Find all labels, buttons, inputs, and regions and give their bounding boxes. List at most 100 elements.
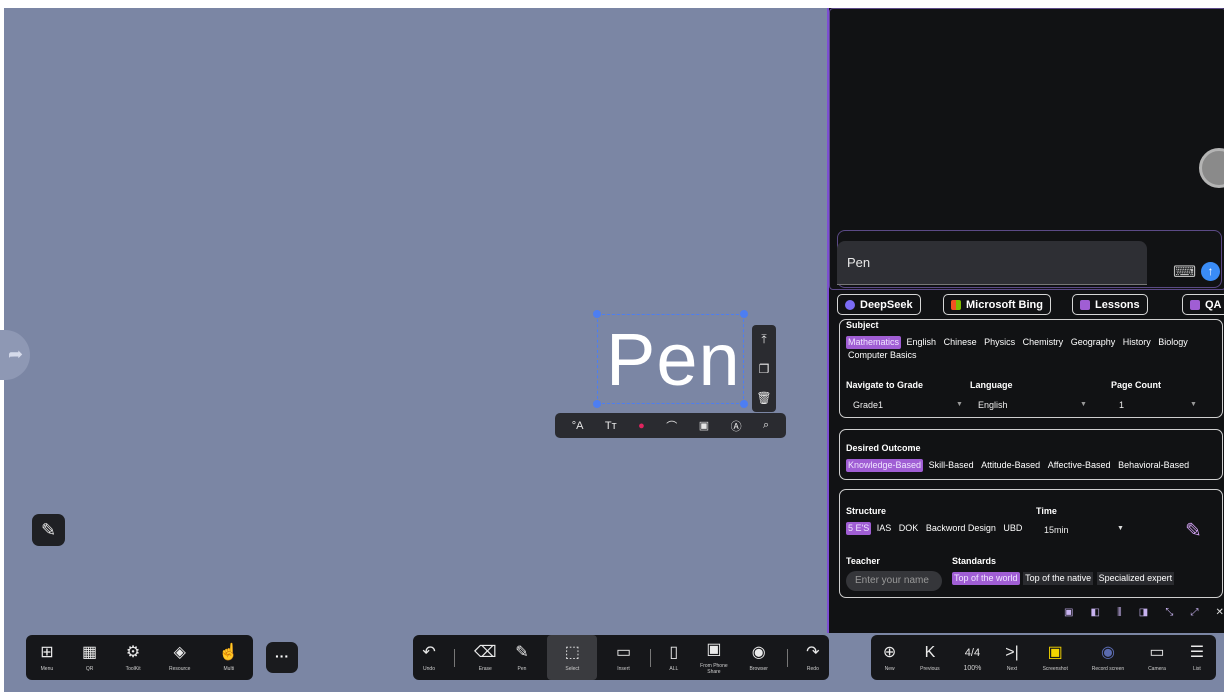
redo-button[interactable]: ↷ Redo: [806, 635, 819, 680]
chevron-down-icon: ▼: [1190, 401, 1197, 408]
subject-chip[interactable]: Chinese: [942, 336, 979, 349]
more-button[interactable]: ···: [266, 642, 298, 673]
outcome-label: Desired Outcome: [846, 443, 921, 453]
previous-page-button[interactable]: K Previous: [920, 635, 939, 680]
page-counter: 4/4 100%: [963, 635, 981, 680]
standards-chip[interactable]: Top of the native: [1023, 572, 1094, 585]
qr-button[interactable]: ▦ QR: [82, 635, 97, 680]
dock-left-icon[interactable]: ◧: [1091, 607, 1100, 623]
source-tabs: DeepSeek Microsoft Bing Lessons QA: [837, 294, 1224, 316]
outcome-chip[interactable]: Skill-Based: [927, 459, 976, 472]
arrow-icon: ➦: [8, 344, 24, 364]
magic-pen-icon[interactable]: ✎: [1185, 518, 1202, 543]
search-icon[interactable]: ⌕: [763, 419, 769, 432]
text-recognize-icon[interactable]: °A: [572, 420, 584, 432]
insert-button[interactable]: ▭ Insert: [616, 635, 631, 680]
expand-icon[interactable]: ⤢: [1190, 607, 1198, 623]
all-button[interactable]: ▯ ALL: [669, 635, 678, 680]
font-size-icon[interactable]: Tт: [605, 420, 617, 432]
outcome-chip[interactable]: Affective-Based: [1046, 459, 1113, 472]
structure-chip[interactable]: UBD: [1001, 522, 1024, 535]
toolkit-button[interactable]: ⚙ ToolKit: [126, 635, 141, 680]
multi-button[interactable]: ☝ Multi: [219, 635, 239, 680]
split-icon[interactable]: ⫼: [1117, 607, 1122, 623]
list-button[interactable]: ☰ List: [1190, 635, 1204, 680]
keyboard-icon[interactable]: ⌨: [1173, 262, 1196, 282]
next-page-button[interactable]: >| Next: [1005, 635, 1019, 680]
divider: [649, 648, 651, 667]
lesson-settings-card: Subject Mathematics English Chinese Phys…: [839, 319, 1223, 418]
delete-icon[interactable]: 🗑: [752, 383, 776, 412]
tab-microsoft-bing[interactable]: Microsoft Bing: [943, 294, 1051, 315]
subject-chip[interactable]: History: [1121, 336, 1153, 349]
tab-qa[interactable]: QA: [1182, 294, 1224, 315]
structure-chip[interactable]: DOK: [897, 522, 921, 535]
new-page-button[interactable]: ⊕ New: [883, 635, 896, 680]
resize-handle-br[interactable]: [740, 400, 748, 408]
resource-button[interactable]: ◈ Resource: [169, 635, 190, 680]
subject-chip[interactable]: Chemistry: [1021, 336, 1066, 349]
phone-share-button[interactable]: ▣ From Phone Share: [697, 635, 731, 680]
outcome-chip[interactable]: Knowledge-Based: [846, 459, 924, 472]
qa-icon: [1190, 299, 1200, 310]
grade-select[interactable]: Grade1: [853, 400, 883, 410]
pen-button[interactable]: ✎ Pen: [515, 635, 528, 680]
screenshot-button[interactable]: ▣ Screenshot: [1043, 635, 1068, 680]
standards-label: Standards: [952, 556, 997, 566]
resize-handle-tr[interactable]: [740, 310, 748, 318]
floating-pen-button[interactable]: ✎: [32, 514, 65, 546]
copy-icon[interactable]: ▣: [699, 419, 709, 432]
eraser-icon: ⌫: [474, 643, 497, 661]
shrink-icon[interactable]: ⤡: [1165, 607, 1173, 623]
select-icon: ⬚: [564, 643, 580, 661]
resize-handle-tl[interactable]: [593, 310, 601, 318]
teacher-name-input[interactable]: Enter your name: [846, 571, 942, 591]
next-icon: >|: [1005, 643, 1019, 661]
subject-chip[interactable]: Physics: [982, 336, 1017, 349]
tab-label: QA: [1205, 298, 1222, 311]
bring-to-top-icon[interactable]: ⤒: [752, 325, 776, 354]
subject-chips: Mathematics English Chinese Physics Chem…: [846, 336, 1218, 362]
structure-chip[interactable]: IAS: [875, 522, 894, 535]
screenshot-icon[interactable]: ▣: [1064, 607, 1073, 623]
menu-button[interactable]: ⊞ Menu: [40, 635, 53, 680]
subject-chip[interactable]: English: [905, 336, 939, 349]
prompt-input[interactable]: Pen: [837, 241, 1147, 285]
text-color-icon[interactable]: ●: [638, 420, 645, 432]
send-button[interactable]: ↑: [1201, 262, 1220, 281]
language-select[interactable]: English: [978, 400, 1008, 410]
text-format-toolbar: °A Tт ● ⌒ ▣ Ⓐ ⌕: [555, 413, 786, 438]
text-object[interactable]: Pen: [597, 314, 744, 404]
dock-right-icon[interactable]: ◨: [1139, 607, 1148, 623]
page-count-select[interactable]: 1: [1119, 400, 1124, 410]
subject-chip[interactable]: Mathematics: [846, 336, 902, 349]
resize-handle-bl[interactable]: [593, 400, 601, 408]
standards-chip[interactable]: Specialized expert: [1096, 572, 1175, 585]
structure-chip[interactable]: Backword Design: [924, 522, 998, 535]
erase-button[interactable]: ⌫ Erase: [474, 635, 497, 680]
right-toolbar: ⊕ New K Previous 4/4 100% >| Next ▣ Screensho…: [871, 635, 1216, 680]
tab-lessons[interactable]: Lessons: [1072, 294, 1148, 315]
subject-chip[interactable]: Biology: [1156, 336, 1190, 349]
browser-button[interactable]: ◉ Browser: [750, 635, 768, 680]
camera-button[interactable]: ▭ Camera: [1148, 635, 1166, 680]
duplicate-icon[interactable]: ❐: [752, 354, 776, 383]
standards-chip[interactable]: Top of the world: [952, 572, 1020, 585]
chevron-down-icon: ▼: [1117, 525, 1124, 532]
zoom-level: 100%: [963, 664, 982, 672]
tab-deepseek[interactable]: DeepSeek: [837, 294, 921, 315]
subject-chip[interactable]: Computer Basics: [846, 349, 919, 362]
structure-chip[interactable]: 5 E'S: [846, 522, 872, 535]
time-select[interactable]: 15min: [1044, 525, 1069, 535]
outcome-chip[interactable]: Behavioral-Based: [1116, 459, 1191, 472]
record-screen-button[interactable]: ◉ Record screen: [1092, 635, 1125, 680]
subject-chip[interactable]: Geography: [1069, 336, 1118, 349]
ai-icon[interactable]: Ⓐ: [731, 418, 742, 434]
outcome-chip[interactable]: Attitude-Based: [979, 459, 1042, 472]
panel-window-controls: ▣ ◧ ⫼ ◨ ⤡ ⤢ ✕: [1064, 607, 1224, 623]
stroke-icon[interactable]: ⌒: [666, 418, 677, 434]
select-button[interactable]: ⬚ Select: [547, 635, 598, 680]
screenshot-icon: ▣: [1047, 643, 1063, 661]
close-icon[interactable]: ✕: [1216, 607, 1224, 623]
undo-button[interactable]: ↶ Undo: [422, 635, 435, 680]
